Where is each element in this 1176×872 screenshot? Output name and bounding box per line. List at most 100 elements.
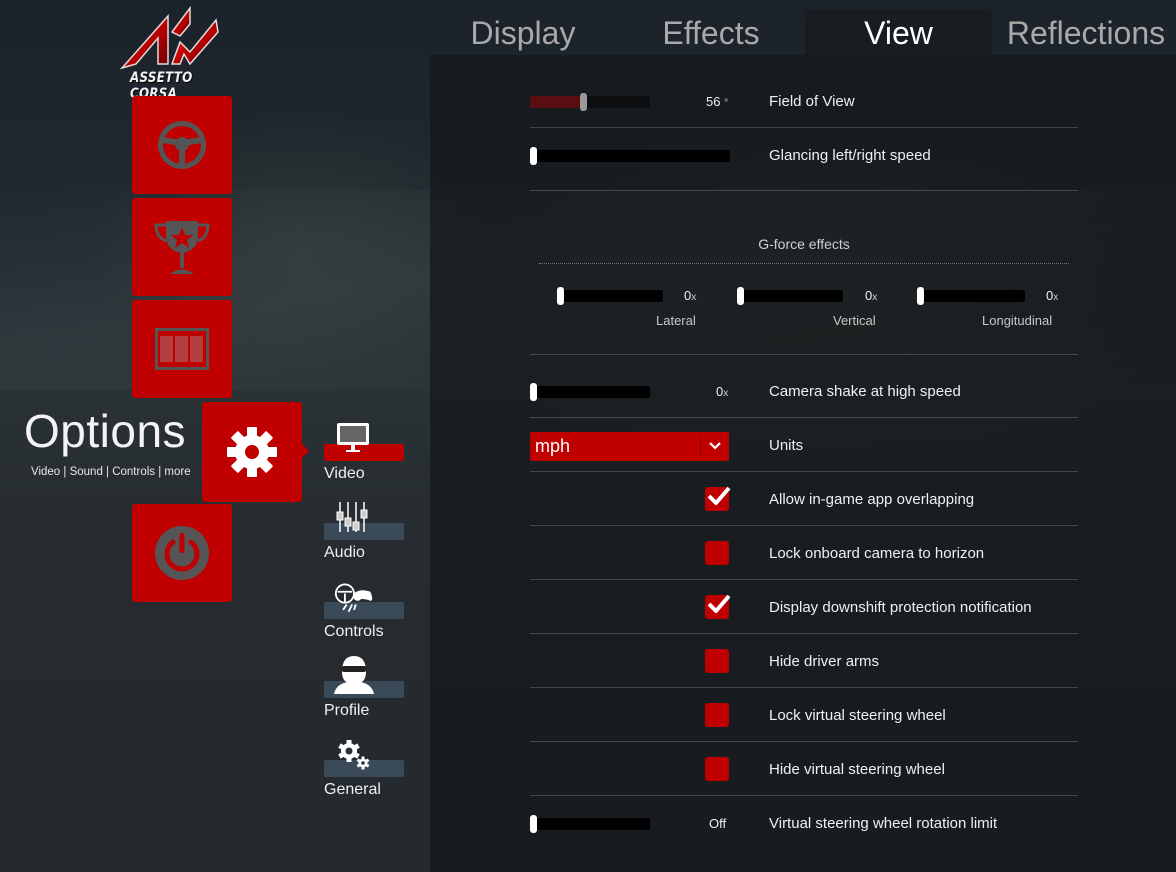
rotation-limit-slider[interactable] — [530, 815, 650, 833]
setting-checkbox-row: Hide virtual steering wheel — [530, 742, 1078, 796]
nav-replays-button[interactable] — [132, 300, 232, 398]
setting-checkbox-row: Lock virtual steering wheel — [530, 688, 1078, 742]
subnav-label: General — [324, 781, 381, 798]
section-subtitle: Video | Sound | Controls | more — [31, 466, 191, 478]
units-label: Units — [769, 436, 804, 454]
tab-reflections[interactable]: Reflections — [1000, 10, 1172, 56]
tab-effects[interactable]: Effects — [636, 10, 786, 56]
glancing-label: Glancing left/right speed — [769, 146, 931, 164]
gforce-divider — [539, 263, 1069, 264]
section-title: Options — [24, 405, 187, 457]
checkbox[interactable] — [705, 649, 729, 673]
tab-display[interactable]: Display — [448, 10, 598, 56]
nav-options-button[interactable] — [202, 402, 309, 502]
checkbox-label: Hide virtual steering wheel — [769, 760, 945, 778]
setting-checkbox-row: Hide driver arms — [530, 634, 1078, 688]
value-unit: x — [723, 388, 729, 399]
checkbox[interactable] — [705, 757, 729, 781]
fov-value: 56 ° — [706, 94, 728, 109]
subnav-profile[interactable]: Profile — [324, 656, 404, 735]
film-strip-icon — [155, 328, 209, 370]
value-unit: x — [1053, 292, 1059, 303]
setting-units: mph Units — [530, 418, 1078, 472]
chevron-down-icon — [709, 442, 721, 450]
checkbox[interactable] — [705, 486, 731, 511]
rotation-limit-value: Off — [709, 816, 727, 831]
dropdown-divider — [700, 438, 701, 455]
gforce-vertical-label: Vertical — [833, 313, 876, 328]
units-dropdown-value: mph — [535, 436, 571, 456]
fov-unit: ° — [724, 98, 729, 109]
checkbox[interactable] — [705, 594, 731, 619]
setting-checkbox-row: Allow in-game app overlapping — [530, 472, 1078, 526]
fov-slider-fill — [530, 96, 583, 108]
fov-slider[interactable] — [530, 93, 650, 111]
setting-camera-shake: 0x Camera shake at high speed — [530, 364, 1078, 418]
nav-events-button[interactable] — [132, 198, 232, 296]
gforce-lateral-value: 0x — [684, 288, 696, 303]
gforce-vertical-thumb[interactable] — [737, 287, 744, 305]
gforce-longitudinal-value: 0x — [1046, 288, 1058, 303]
value-unit: x — [872, 292, 878, 303]
camera-shake-slider[interactable] — [530, 383, 650, 401]
gears-icon — [338, 740, 370, 770]
subnav-general[interactable]: General — [324, 740, 404, 814]
subnav-label: Controls — [324, 623, 384, 640]
checkbox-label: Hide driver arms — [769, 652, 880, 670]
gforce-section-divider — [530, 354, 1078, 355]
checkbox-label: Lock virtual steering wheel — [769, 706, 946, 724]
checkbox[interactable] — [705, 541, 729, 565]
checkbox-label: Display downshift protection notificatio… — [769, 598, 1032, 616]
gforce-longitudinal-slider[interactable] — [917, 287, 1025, 305]
camera-shake-thumb[interactable] — [530, 383, 537, 401]
setting-field-of-view: 56 ° Field of View — [530, 74, 1078, 128]
mixer-sliders-icon — [336, 502, 368, 532]
checkmark-icon — [707, 594, 731, 613]
setting-glancing-speed: Glancing left/right speed — [530, 128, 1078, 191]
gforce-vertical-slider[interactable] — [737, 287, 843, 305]
rotation-limit-thumb[interactable] — [530, 815, 537, 833]
fov-slider-thumb[interactable] — [579, 93, 587, 111]
gforce-title: G-force effects — [758, 236, 850, 252]
subnav-label: Profile — [324, 702, 370, 719]
nav-quit-button[interactable] — [132, 504, 232, 602]
power-icon — [155, 526, 209, 580]
wheel-gamepad-icon — [334, 583, 373, 613]
gforce-lateral-thumb[interactable] — [557, 287, 564, 305]
gforce-longitudinal-label: Longitudinal — [982, 313, 1053, 328]
checkbox[interactable] — [705, 703, 729, 727]
steering-wheel-icon — [158, 121, 206, 169]
checkbox-label: Allow in-game app overlapping — [769, 490, 975, 508]
gforce-vertical-value: 0x — [865, 288, 877, 303]
value-unit: x — [691, 292, 697, 303]
assetto-corsa-logo: ASSETTO CORSA — [112, 0, 234, 102]
driver-helmet-icon — [334, 656, 374, 694]
nav-drive-button[interactable] — [132, 96, 232, 194]
subnav-audio[interactable]: Audio — [324, 502, 404, 577]
glancing-slider-thumb[interactable] — [530, 147, 537, 165]
gforce-longitudinal-thumb[interactable] — [917, 287, 924, 305]
subnav-label: Audio — [324, 544, 365, 561]
units-dropdown[interactable]: mph — [530, 432, 729, 461]
camera-shake-label: Camera shake at high speed — [769, 382, 961, 400]
subnav-video[interactable]: Video — [324, 423, 404, 498]
gear-icon — [227, 427, 277, 477]
checkmark-icon — [707, 486, 731, 505]
trophy-icon — [154, 221, 210, 274]
fov-value-number: 56 — [706, 94, 721, 109]
setting-checkbox-row: Display downshift protection notificatio… — [530, 580, 1078, 634]
logo-mark-icon — [120, 5, 219, 70]
checkbox-label: Lock onboard camera to horizon — [769, 544, 985, 562]
subnav-controls[interactable]: Controls — [324, 583, 404, 656]
tab-view[interactable]: View — [805, 10, 992, 56]
fov-label: Field of View — [769, 92, 855, 110]
row-divider — [530, 190, 1078, 191]
monitor-icon — [337, 423, 369, 452]
rotation-limit-label: Virtual steering wheel rotation limit — [769, 814, 998, 832]
gforce-lateral-slider[interactable] — [557, 287, 663, 305]
camera-shake-value: 0x — [716, 384, 728, 399]
glancing-slider[interactable] — [530, 147, 730, 165]
setting-rotation-limit: Off Virtual steering wheel rotation limi… — [530, 796, 1078, 850]
setting-checkbox-row: Lock onboard camera to horizon — [530, 526, 1078, 580]
subnav-label: Video — [324, 465, 365, 482]
